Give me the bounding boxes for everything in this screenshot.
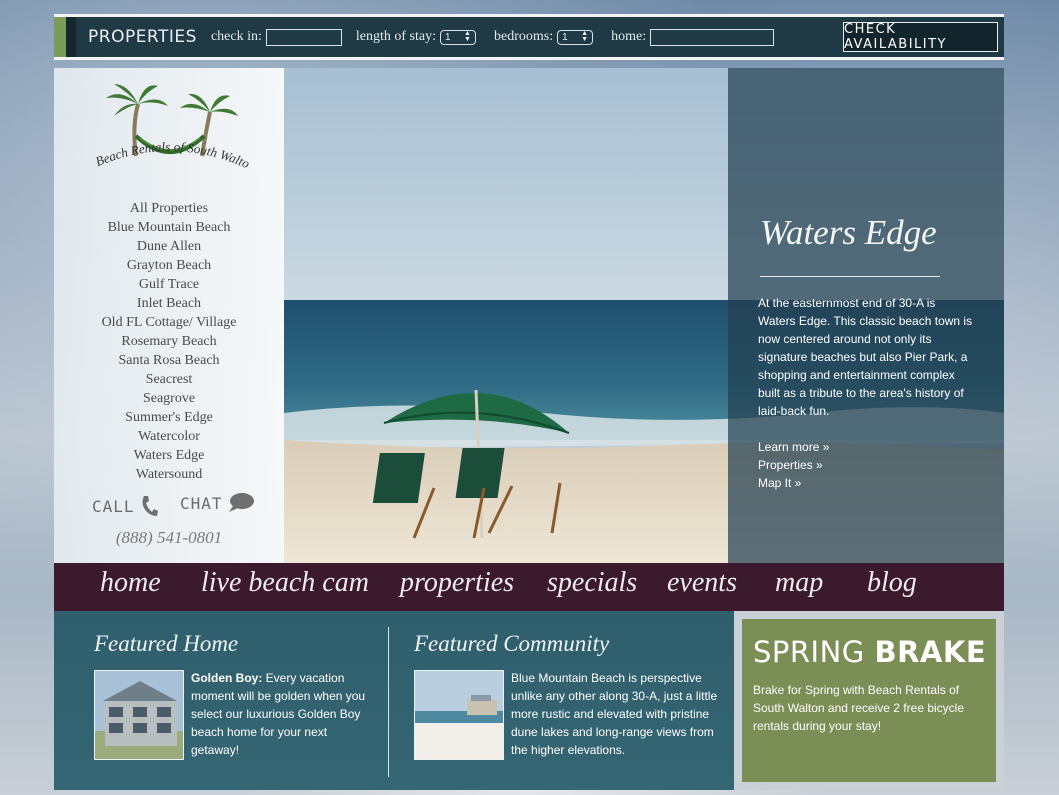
location-title: Waters Edge: [760, 213, 937, 252]
location-item[interactable]: Dune Allen: [54, 237, 284, 256]
check-in-label: check in:: [210, 29, 262, 44]
location-item[interactable]: Blue Mountain Beach: [54, 218, 284, 237]
promo-title-light: SPRING: [753, 635, 865, 669]
title-divider: [760, 276, 940, 277]
location-item[interactable]: Waters Edge: [54, 446, 284, 465]
location-list: All Properties Blue Mountain Beach Dune …: [54, 199, 284, 484]
home-label: home:: [611, 29, 647, 44]
bar-accent: [54, 17, 66, 57]
length-of-stay-label: length of stay:: [355, 29, 436, 44]
featured-community-image[interactable]: [414, 670, 504, 760]
nav-blog[interactable]: blog: [867, 567, 917, 599]
phone-icon: [142, 496, 158, 516]
nav-specials[interactable]: specials: [547, 567, 637, 599]
check-in-input[interactable]: [265, 28, 342, 46]
section-divider: [388, 627, 389, 777]
bedrooms-label: bedrooms:: [493, 29, 554, 44]
home-input[interactable]: [650, 28, 775, 46]
map-it-link[interactable]: Map It »: [758, 474, 829, 492]
featured-community-title: Featured Community: [414, 631, 610, 656]
promo-title-bold: BRAKE: [874, 635, 987, 669]
properties-link[interactable]: Properties »: [758, 456, 829, 474]
location-item[interactable]: Seacrest: [54, 370, 284, 389]
logo-text: Beach Rentals of South Walton: [81, 64, 253, 171]
location-item[interactable]: Gulf Trace: [54, 275, 284, 294]
location-item[interactable]: Grayton Beach: [54, 256, 284, 275]
nav-properties[interactable]: properties: [400, 567, 514, 599]
featured-home-name[interactable]: Golden Boy:: [191, 671, 262, 685]
hero-banner: Waters Edge At the easternmost end of 30…: [284, 68, 1004, 563]
location-item[interactable]: Old FL Cottage/ Village: [54, 313, 284, 332]
learn-more-link[interactable]: Learn more »: [758, 438, 829, 456]
bedrooms-select[interactable]: 1 ▲ ▼: [557, 29, 594, 45]
location-description: At the easternmost end of 30-A is Waters…: [758, 296, 973, 418]
check-availability-button[interactable]: CHECK AVAILABILITY: [843, 22, 998, 52]
svg-text:Beach Rentals of South Walton: Beach Rentals of South Walton: [84, 76, 252, 171]
main-navigation: home live beach cam properties specials …: [54, 563, 1004, 611]
featured-home-title: Featured Home: [94, 631, 239, 656]
featured-section: Featured Home Golden Boy: Every vacation…: [54, 611, 734, 790]
nav-live-beach-cam[interactable]: live beach cam: [201, 567, 369, 599]
location-item[interactable]: Seagrove: [54, 389, 284, 408]
stepper-arrows-icon: ▲ ▼: [581, 30, 589, 43]
bedrooms-value: 1: [562, 31, 568, 43]
phone-number[interactable]: (888) 541-0801: [54, 528, 284, 548]
location-links: Learn more » Properties » Map It »: [758, 438, 829, 492]
nav-home[interactable]: home: [100, 567, 161, 599]
location-item[interactable]: Watercolor: [54, 427, 284, 446]
chat-button[interactable]: CHAT: [180, 492, 255, 514]
promo-title: SPRING BRAKE: [753, 635, 986, 669]
call-button[interactable]: CALL: [92, 494, 159, 518]
location-item[interactable]: Watersound: [54, 465, 284, 484]
stepper-arrows-icon: ▲ ▼: [464, 30, 471, 43]
length-of-stay-value: 1: [444, 31, 451, 43]
promo-text: Brake for Spring with Beach Rentals of S…: [753, 683, 965, 733]
properties-title: PROPERTIES: [88, 27, 197, 47]
chat-label: CHAT: [180, 493, 223, 513]
availability-bar: PROPERTIES check in: length of stay: 1 ▲…: [54, 14, 1004, 60]
location-info-panel: Waters Edge At the easternmost end of 30…: [728, 68, 1004, 563]
featured-community-description: Blue Mountain Beach is perspective unlik…: [511, 671, 718, 757]
length-of-stay-select[interactable]: 1 ▲ ▼: [439, 29, 476, 45]
bar-accent-dark: [66, 17, 76, 57]
spring-brake-promo[interactable]: SPRING BRAKE Brake for Spring with Beach…: [742, 619, 996, 782]
chat-bubble-icon: [228, 493, 254, 512]
location-item[interactable]: All Properties: [54, 199, 284, 218]
call-label: CALL: [92, 496, 135, 516]
location-item[interactable]: Inlet Beach: [54, 294, 284, 313]
nav-events[interactable]: events: [667, 567, 737, 599]
location-item[interactable]: Santa Rosa Beach: [54, 351, 284, 370]
site-logo[interactable]: Beach Rentals of South Walton: [81, 64, 254, 196]
sidebar: Beach Rentals of South Walton All Proper…: [54, 64, 284, 563]
contact-row: CALL CHAT: [54, 492, 284, 522]
location-item[interactable]: Rosemary Beach: [54, 332, 284, 351]
nav-map[interactable]: map: [775, 567, 823, 599]
featured-home-description: Golden Boy: Every vacation moment will b…: [191, 669, 371, 759]
featured-home-image[interactable]: [94, 670, 184, 760]
location-item[interactable]: Summer's Edge: [54, 408, 284, 427]
